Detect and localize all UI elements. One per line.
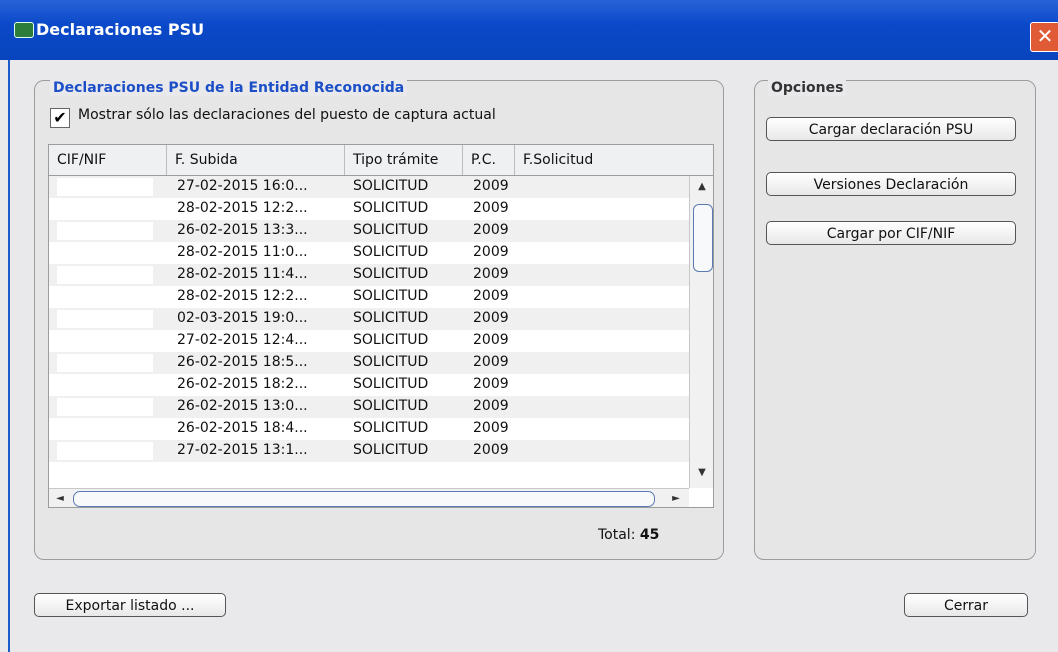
pc-cell: 2009 xyxy=(473,222,509,238)
filter-checkbox-label[interactable]: Mostrar sólo las declaraciones del puest… xyxy=(78,107,496,123)
close-window-button[interactable]: ✕ xyxy=(1030,22,1058,52)
pc-cell: 2009 xyxy=(473,288,509,304)
load-by-cif-button[interactable]: Cargar por CIF/NIF xyxy=(766,221,1016,245)
fecha-subida-cell: 28-02-2015 11:0... xyxy=(177,244,308,260)
table-row[interactable]: 28-02-2015 11:4... SOLICITUD 2009 xyxy=(49,264,689,286)
table-row[interactable]: 27-02-2015 12:4... SOLICITUD 2009 xyxy=(49,330,689,352)
tipo-tramite-cell: SOLICITUD xyxy=(353,376,429,392)
pc-cell: 2009 xyxy=(473,354,509,370)
tipo-tramite-cell: SOLICITUD xyxy=(353,244,429,260)
vertical-scroll-thumb[interactable] xyxy=(693,204,713,272)
column-header-fecha-solicitud[interactable]: F.Solicitud xyxy=(515,145,713,175)
table-row[interactable]: 26-02-2015 18:5... SOLICITUD 2009 xyxy=(49,352,689,374)
fecha-subida-cell: 26-02-2015 18:2... xyxy=(177,376,308,392)
close-button[interactable]: Cerrar xyxy=(904,593,1028,617)
column-header-tipo-tramite[interactable]: Tipo trámite xyxy=(345,145,463,175)
pc-cell: 2009 xyxy=(473,310,509,326)
column-header-pc[interactable]: P.C. xyxy=(463,145,515,175)
app-logo-icon xyxy=(14,22,34,38)
cif-cell xyxy=(57,310,153,328)
cif-cell xyxy=(57,288,153,306)
fecha-subida-cell: 02-03-2015 19:0... xyxy=(177,310,308,326)
scroll-left-icon[interactable]: ◄ xyxy=(53,492,67,506)
export-list-button[interactable]: Exportar listado ... xyxy=(34,593,226,617)
table-body: 27-02-2015 16:0... SOLICITUD 2009 28-02-201… xyxy=(49,176,689,488)
scroll-right-icon[interactable]: ► xyxy=(669,492,683,506)
table-header: CIF/NIF F. Subida Tipo trámite P.C. F.So… xyxy=(49,145,713,176)
vertical-scrollbar[interactable]: ▲ ▼ xyxy=(689,176,713,488)
table-row[interactable]: 26-02-2015 13:3... SOLICITUD 2009 xyxy=(49,220,689,242)
fecha-subida-cell: 26-02-2015 13:0... xyxy=(177,398,308,414)
pc-cell: 2009 xyxy=(473,266,509,282)
total-count: Total: 45 xyxy=(598,527,659,543)
pc-cell: 2009 xyxy=(473,332,509,348)
table-row[interactable]: 28-02-2015 12:2... SOLICITUD 2009 xyxy=(49,286,689,308)
table-row[interactable]: 28-02-2015 11:0... SOLICITUD 2009 xyxy=(49,242,689,264)
table-row[interactable]: 27-02-2015 16:0... SOLICITUD 2009 xyxy=(49,176,689,198)
pc-cell: 2009 xyxy=(473,398,509,414)
tipo-tramite-cell: SOLICITUD xyxy=(353,442,429,458)
horizontal-scrollbar[interactable]: ◄ ► xyxy=(49,488,689,507)
options-panel xyxy=(754,80,1036,560)
table-row[interactable]: 26-02-2015 18:4... SOLICITUD 2009 xyxy=(49,418,689,440)
table-row[interactable]: 28-02-2015 12:2... SOLICITUD 2009 xyxy=(49,198,689,220)
declarations-table: CIF/NIF F. Subida Tipo trámite P.C. F.So… xyxy=(48,144,714,508)
cif-cell xyxy=(57,332,153,350)
fecha-subida-cell: 27-02-2015 13:1... xyxy=(177,442,308,458)
tipo-tramite-cell: SOLICITUD xyxy=(353,354,429,370)
tipo-tramite-cell: SOLICITUD xyxy=(353,398,429,414)
tipo-tramite-cell: SOLICITUD xyxy=(353,288,429,304)
pc-cell: 2009 xyxy=(473,420,509,436)
declarations-panel-title: Declaraciones PSU de la Entidad Reconoci… xyxy=(50,80,408,96)
cif-cell xyxy=(57,398,153,416)
declaration-versions-button[interactable]: Versiones Declaración xyxy=(766,172,1016,196)
tipo-tramite-cell: SOLICITUD xyxy=(353,178,429,194)
cif-cell xyxy=(57,200,153,218)
cif-cell xyxy=(57,442,153,460)
cif-cell xyxy=(57,376,153,394)
pc-cell: 2009 xyxy=(473,200,509,216)
window-title: Declaraciones PSU xyxy=(36,20,205,39)
tipo-tramite-cell: SOLICITUD xyxy=(353,200,429,216)
table-row[interactable]: 26-02-2015 13:0... SOLICITUD 2009 xyxy=(49,396,689,418)
fecha-subida-cell: 28-02-2015 12:2... xyxy=(177,288,308,304)
column-header-cif[interactable]: CIF/NIF xyxy=(49,145,167,175)
fecha-subida-cell: 26-02-2015 13:3... xyxy=(177,222,308,238)
fecha-subida-cell: 27-02-2015 16:0... xyxy=(177,178,308,194)
cif-cell xyxy=(57,266,153,284)
table-row[interactable]: 27-02-2015 13:1... SOLICITUD 2009 xyxy=(49,440,689,462)
filter-checkbox[interactable]: ✔ xyxy=(50,108,70,128)
total-value: 45 xyxy=(639,527,660,543)
table-row[interactable]: 02-03-2015 19:0... SOLICITUD 2009 xyxy=(49,308,689,330)
title-bar: Declaraciones PSU ✕ xyxy=(0,0,1058,60)
pc-cell: 2009 xyxy=(473,178,509,194)
pc-cell: 2009 xyxy=(473,244,509,260)
options-panel-title: Opciones xyxy=(768,80,847,96)
tipo-tramite-cell: SOLICITUD xyxy=(353,222,429,238)
cif-cell xyxy=(57,222,153,240)
pc-cell: 2009 xyxy=(473,442,509,458)
fecha-subida-cell: 26-02-2015 18:5... xyxy=(177,354,308,370)
tipo-tramite-cell: SOLICITUD xyxy=(353,310,429,326)
cif-cell xyxy=(57,178,153,196)
fecha-subida-cell: 28-02-2015 12:2... xyxy=(177,200,308,216)
scroll-up-icon[interactable]: ▲ xyxy=(695,180,709,194)
cif-cell xyxy=(57,354,153,372)
cif-cell xyxy=(57,244,153,262)
fecha-subida-cell: 26-02-2015 18:4... xyxy=(177,420,308,436)
fecha-subida-cell: 27-02-2015 12:4... xyxy=(177,332,308,348)
pc-cell: 2009 xyxy=(473,376,509,392)
table-row[interactable]: 26-02-2015 18:2... SOLICITUD 2009 xyxy=(49,374,689,396)
cif-cell xyxy=(57,420,153,438)
tipo-tramite-cell: SOLICITUD xyxy=(353,266,429,282)
column-header-fecha-subida[interactable]: F. Subida xyxy=(167,145,345,175)
tipo-tramite-cell: SOLICITUD xyxy=(353,332,429,348)
load-psu-declaration-button[interactable]: Cargar declaración PSU xyxy=(766,117,1016,141)
scroll-down-icon[interactable]: ▼ xyxy=(695,466,709,480)
horizontal-scroll-thumb[interactable] xyxy=(73,491,655,507)
tipo-tramite-cell: SOLICITUD xyxy=(353,420,429,436)
window-frame-left xyxy=(8,60,10,652)
total-label: Total: xyxy=(598,527,636,543)
fecha-subida-cell: 28-02-2015 11:4... xyxy=(177,266,308,282)
